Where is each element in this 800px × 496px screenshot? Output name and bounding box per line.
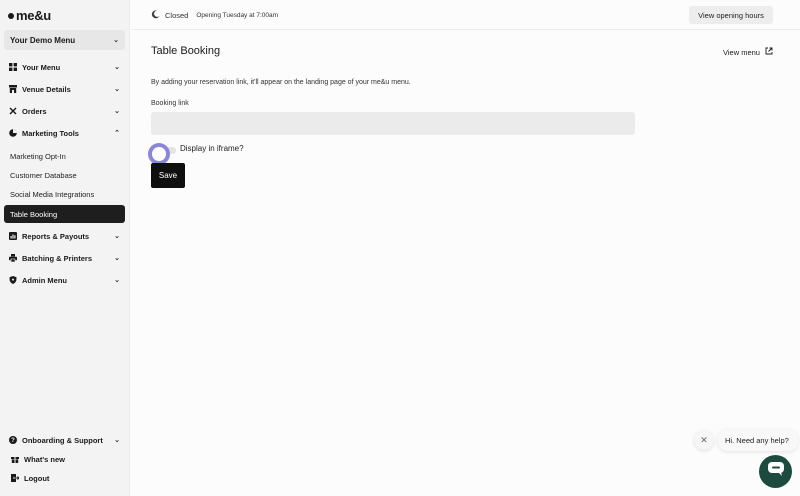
grid-icon bbox=[9, 63, 17, 71]
view-menu-label: View menu bbox=[723, 47, 760, 57]
logout-icon bbox=[11, 474, 19, 482]
next-opening-text: Opening Tuesday at 7:00am bbox=[196, 12, 279, 19]
sidebar-subitem-marketing-opt-in[interactable]: Marketing Opt-In bbox=[4, 147, 125, 165]
svg-text:?: ? bbox=[11, 438, 15, 444]
toggle-knob bbox=[152, 147, 166, 161]
chevron-down-icon: ⌄ bbox=[114, 255, 120, 262]
menu-selector-value: Your Demo Menu bbox=[10, 35, 76, 45]
help-icon: ? bbox=[9, 436, 17, 444]
chat-icon bbox=[767, 462, 784, 481]
store-icon bbox=[9, 85, 17, 93]
sidebar-item-orders[interactable]: Orders ⌄ bbox=[4, 102, 125, 120]
sidebar-item-onboarding-support[interactable]: ? Onboarding & Support ⌄ bbox=[4, 431, 125, 449]
help-close-button[interactable]: ✕ bbox=[694, 430, 714, 450]
sidebar-subitem-label: Customer Database bbox=[10, 170, 77, 180]
sidebar: me&u Your Demo Menu ⌄ Your Menu ⌄ Venue … bbox=[0, 0, 130, 496]
sidebar-item-whats-new[interactable]: What's new bbox=[4, 450, 125, 468]
help-bubble-text: Hi. Need any help? bbox=[725, 435, 789, 445]
gift-icon bbox=[11, 455, 19, 463]
description-text: By adding your reservation link, it'll a… bbox=[151, 79, 411, 86]
sidebar-subitem-customer-database[interactable]: Customer Database bbox=[4, 166, 125, 184]
save-button[interactable]: Save bbox=[151, 163, 185, 188]
external-link-icon bbox=[765, 47, 773, 57]
shield-icon bbox=[9, 276, 17, 284]
booking-link-input[interactable] bbox=[151, 112, 635, 135]
menu-selector[interactable]: Your Demo Menu ⌄ bbox=[4, 30, 125, 50]
sidebar-item-batching-printers[interactable]: Batching & Printers ⌄ bbox=[4, 249, 125, 267]
sidebar-item-label: Marketing Tools bbox=[22, 128, 79, 138]
logo[interactable]: me&u bbox=[8, 8, 51, 23]
help-bubble[interactable]: Hi. Need any help? bbox=[718, 429, 798, 451]
sidebar-item-admin-menu[interactable]: Admin Menu ⌄ bbox=[4, 271, 125, 289]
booking-link-label: Booking link bbox=[151, 100, 189, 107]
utensils-icon bbox=[9, 107, 17, 115]
logo-dot-icon bbox=[8, 12, 14, 19]
sidebar-item-label: Orders bbox=[22, 106, 47, 116]
sidebar-item-label: Onboarding & Support bbox=[22, 435, 103, 445]
sidebar-item-venue-details[interactable]: Venue Details ⌄ bbox=[4, 80, 125, 98]
sidebar-item-label: Your Menu bbox=[22, 62, 61, 72]
sidebar-item-label: Admin Menu bbox=[22, 275, 67, 285]
pie-chart-icon bbox=[9, 129, 17, 137]
reports-icon bbox=[9, 232, 17, 240]
sidebar-subitem-label: Table Booking bbox=[10, 209, 58, 219]
view-menu-link[interactable]: View menu bbox=[723, 47, 773, 57]
close-icon: ✕ bbox=[700, 434, 708, 445]
sidebar-item-reports-payouts[interactable]: Reports & Payouts ⌄ bbox=[4, 227, 125, 245]
chat-launcher-button[interactable] bbox=[759, 455, 792, 488]
logo-text: me&u bbox=[16, 8, 51, 23]
sidebar-item-label: Batching & Printers bbox=[22, 253, 93, 263]
printer-icon bbox=[9, 254, 17, 262]
sidebar-subitem-label: Social Media Integrations bbox=[10, 189, 95, 199]
chevron-down-icon: ⌄ bbox=[114, 64, 120, 71]
sidebar-subitem-social-media[interactable]: Social Media Integrations bbox=[4, 185, 125, 203]
iframe-toggle-label: Display in iframe? bbox=[180, 144, 244, 153]
sidebar-item-your-menu[interactable]: Your Menu ⌄ bbox=[4, 58, 125, 76]
topbar: Closed Opening Tuesday at 7:00am View op… bbox=[131, 0, 800, 30]
moon-icon bbox=[151, 10, 160, 21]
chevron-up-icon: ⌃ bbox=[114, 130, 120, 137]
page-title: Table Booking bbox=[151, 45, 221, 57]
sidebar-item-label: Reports & Payouts bbox=[22, 231, 90, 241]
status-text: Closed bbox=[165, 11, 189, 20]
iframe-toggle[interactable] bbox=[148, 143, 170, 165]
chevron-down-icon: ⌄ bbox=[114, 86, 120, 93]
sidebar-item-label: What's new bbox=[24, 454, 65, 464]
view-opening-hours-button[interactable]: View opening hours bbox=[689, 6, 773, 24]
sidebar-item-label: Logout bbox=[24, 473, 50, 483]
sidebar-subitem-table-booking[interactable]: Table Booking bbox=[4, 205, 125, 223]
sidebar-subitem-label: Marketing Opt-In bbox=[10, 151, 66, 161]
sidebar-item-logout[interactable]: Logout bbox=[4, 469, 125, 487]
sidebar-item-marketing-tools[interactable]: Marketing Tools ⌃ bbox=[4, 124, 125, 142]
chevron-down-icon: ⌄ bbox=[114, 108, 120, 115]
chevron-down-icon: ⌄ bbox=[114, 437, 120, 444]
chevron-down-icon: ⌄ bbox=[114, 277, 120, 284]
venue-status: Closed Opening Tuesday at 7:00am bbox=[151, 10, 278, 21]
sidebar-item-label: Venue Details bbox=[22, 84, 71, 94]
chevron-down-icon: ⌄ bbox=[114, 233, 120, 240]
chevron-down-icon: ⌄ bbox=[113, 37, 119, 44]
